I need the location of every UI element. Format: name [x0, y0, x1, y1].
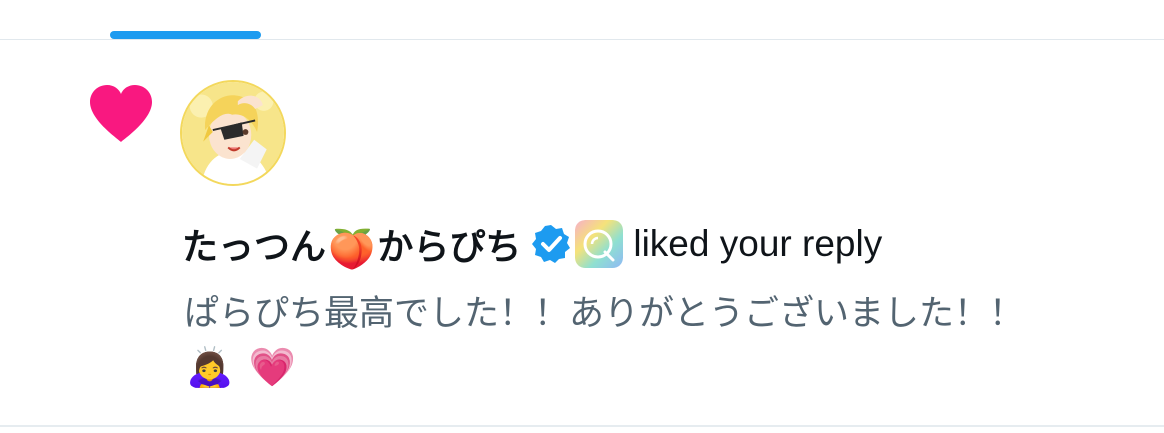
- peach-emoji: 🍑: [328, 227, 376, 271]
- reply-text-body: ぱらぴち最高でした！！ありがとうございました！！: [184, 294, 1025, 334]
- reply-text[interactable]: ぱらぴち最高でした！！ありがとうございました！！ 🙇‍♀️ 💗: [184, 288, 1084, 392]
- notification-header: たっつん🍑からぴち liked your reply: [182, 216, 882, 272]
- display-name-part1: たっつん: [182, 227, 327, 268]
- heart-emoji: 💗: [248, 345, 296, 389]
- top-divider: [0, 39, 1164, 40]
- active-tab-indicator: [110, 31, 261, 39]
- bottom-divider: [0, 425, 1164, 427]
- display-name[interactable]: たっつん🍑からぴち: [182, 218, 521, 270]
- affiliate-badge-icon[interactable]: [575, 220, 624, 268]
- bowing-emoji: 🙇‍♀️: [186, 345, 234, 389]
- avatar-illustration: [182, 82, 284, 184]
- heart-icon: [90, 85, 152, 142]
- avatar[interactable]: [180, 80, 286, 186]
- notification-action-text: liked your reply: [633, 223, 883, 264]
- verified-badge-icon: [532, 225, 571, 263]
- display-name-part2: からぴち: [377, 227, 522, 268]
